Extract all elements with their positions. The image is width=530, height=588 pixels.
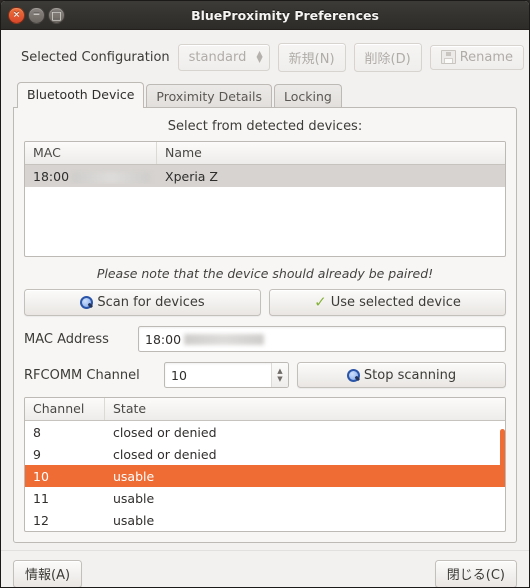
window-controls: × − □ (8, 6, 65, 24)
channel-state-cell: usable (113, 512, 155, 528)
tab-locking[interactable]: Locking (273, 84, 342, 109)
stop-scanning-button[interactable]: Stop scanning (297, 362, 506, 388)
new-configuration-label: 新規(N) (288, 51, 335, 67)
new-configuration-button[interactable]: 新規(N) (277, 42, 346, 72)
rfcomm-channel-value: 10 (171, 367, 187, 383)
preferences-notebook: Bluetooth Device Proximity Details Locki… (13, 82, 517, 543)
redacted-mac-block (72, 171, 151, 183)
device-mac-cell: 18:00 (25, 169, 157, 184)
maximize-window-button[interactable]: □ (48, 6, 65, 24)
table-row[interactable]: 8 closed or denied (25, 421, 505, 443)
scrollbar-thumb[interactable] (500, 429, 505, 483)
channel-table-body: 8 closed or denied 9 closed or denied 10… (25, 421, 505, 531)
spinner-updown-icon[interactable]: ▲ ▼ (271, 363, 288, 387)
table-row[interactable]: 9 closed or denied (25, 443, 505, 465)
channel-state-table[interactable]: Channel State 8 closed or denied 9 close… (24, 397, 506, 532)
channel-table-scrollbar[interactable] (500, 421, 505, 531)
channel-number-cell: 11 (33, 490, 49, 506)
device-name-cell: Xperia Z (165, 168, 218, 184)
tab-proximity-details-label: Proximity Details (156, 89, 262, 104)
devices-table-header: MAC Name (25, 142, 505, 165)
redacted-mac-block (184, 333, 265, 345)
devices-column-mac[interactable]: MAC (25, 142, 157, 164)
close-dialog-button[interactable]: 閉じる(C) (434, 559, 517, 587)
channel-state-cell: closed or denied (113, 446, 217, 462)
delete-configuration-label: 削除(D) (364, 51, 411, 67)
minimize-window-button[interactable]: − (28, 6, 45, 24)
maximize-icon: □ (51, 8, 62, 22)
tab-proximity-details[interactable]: Proximity Details (146, 84, 272, 109)
mac-address-label: MAC Address (24, 331, 109, 347)
detected-devices-table[interactable]: MAC Name 18:00 Xperia Z (24, 141, 506, 257)
channel-state-cell: usable (113, 490, 155, 506)
mac-address-value: 18:00 (145, 331, 182, 347)
stop-scanning-label: Stop scanning (363, 367, 457, 383)
pairing-note: Please note that the device should alrea… (96, 266, 434, 281)
channel-number-cell: 9 (33, 446, 41, 462)
about-button[interactable]: 情報(A) (13, 559, 83, 587)
channel-column-channel[interactable]: Channel (25, 398, 105, 420)
window-body: Selected Configuration standard ▲ ▼ 新規(N)… (1, 30, 529, 587)
rename-configuration-button[interactable]: Rename (429, 44, 525, 70)
table-row[interactable]: 12 usable (25, 509, 505, 531)
table-row[interactable]: 11 usable (25, 487, 505, 509)
magnifier-icon (346, 368, 360, 382)
device-action-buttons: Scan for devices ✓ Use selected device (24, 289, 506, 316)
rfcomm-channel-row: RFCOMM Channel 10 ▲ ▼ Stop scanning (24, 352, 506, 388)
use-selected-device-button[interactable]: ✓ Use selected device (269, 289, 506, 316)
table-row[interactable]: 18:00 Xperia Z (25, 165, 505, 187)
channel-state-cell: usable (113, 468, 155, 484)
rfcomm-channel-label: RFCOMM Channel (24, 367, 140, 383)
channel-number-cell: 10 (33, 468, 49, 484)
delete-configuration-button[interactable]: 削除(D) (353, 42, 422, 72)
devices-column-name[interactable]: Name (157, 142, 505, 164)
magnifier-icon (80, 296, 94, 309)
channel-number-cell: 8 (33, 424, 41, 440)
close-icon: × (12, 9, 21, 20)
preferences-window: × − □ BlueProximity Preferences Selected… (0, 0, 530, 588)
save-icon (440, 50, 456, 64)
configuration-selected-value: standard (188, 49, 247, 65)
channel-column-state[interactable]: State (105, 398, 505, 420)
selected-configuration-label: Selected Configuration (21, 49, 170, 65)
configuration-combobox[interactable]: standard ▲ ▼ (177, 43, 270, 71)
dialog-action-area: 情報(A) 閉じる(C) (1, 550, 529, 587)
check-icon: ✓ (314, 293, 327, 311)
tab-bluetooth-device-label: Bluetooth Device (27, 87, 135, 102)
window-title: BlueProximity Preferences (191, 8, 379, 23)
channel-number-cell: 12 (33, 512, 49, 528)
detected-devices-heading: Select from detected devices: (167, 119, 363, 134)
close-window-button[interactable]: × (8, 6, 25, 24)
about-button-label: 情報(A) (25, 568, 71, 583)
titlebar[interactable]: × − □ BlueProximity Preferences (1, 1, 529, 30)
mac-address-row: MAC Address 18:00 (24, 316, 506, 352)
rfcomm-channel-spinner[interactable]: 10 ▲ ▼ (164, 362, 289, 388)
chevron-updown-icon: ▲ ▼ (256, 49, 263, 64)
channel-state-cell: closed or denied (113, 424, 217, 440)
tab-locking-label: Locking (283, 89, 332, 104)
channel-table-header: Channel State (25, 398, 505, 421)
mac-address-input[interactable]: 18:00 (138, 326, 506, 352)
devices-table-body: 18:00 Xperia Z (25, 165, 505, 256)
selected-configuration-row: Selected Configuration standard ▲ ▼ 新規(N)… (1, 30, 529, 82)
device-mac-value: 18:00 (33, 168, 70, 184)
table-row[interactable]: 10 usable (25, 465, 505, 487)
minimize-icon: − (32, 9, 41, 20)
close-dialog-label: 閉じる(C) (446, 568, 505, 583)
tab-strip: Bluetooth Device Proximity Details Locki… (13, 82, 517, 109)
bluetooth-device-panel: Select from detected devices: MAC Name 1… (13, 107, 517, 543)
use-selected-device-label: Use selected device (330, 295, 461, 310)
tab-bluetooth-device[interactable]: Bluetooth Device (17, 82, 145, 108)
scan-for-devices-label: Scan for devices (97, 295, 205, 310)
rename-configuration-label: Rename (459, 49, 514, 65)
scan-for-devices-button[interactable]: Scan for devices (24, 289, 261, 316)
